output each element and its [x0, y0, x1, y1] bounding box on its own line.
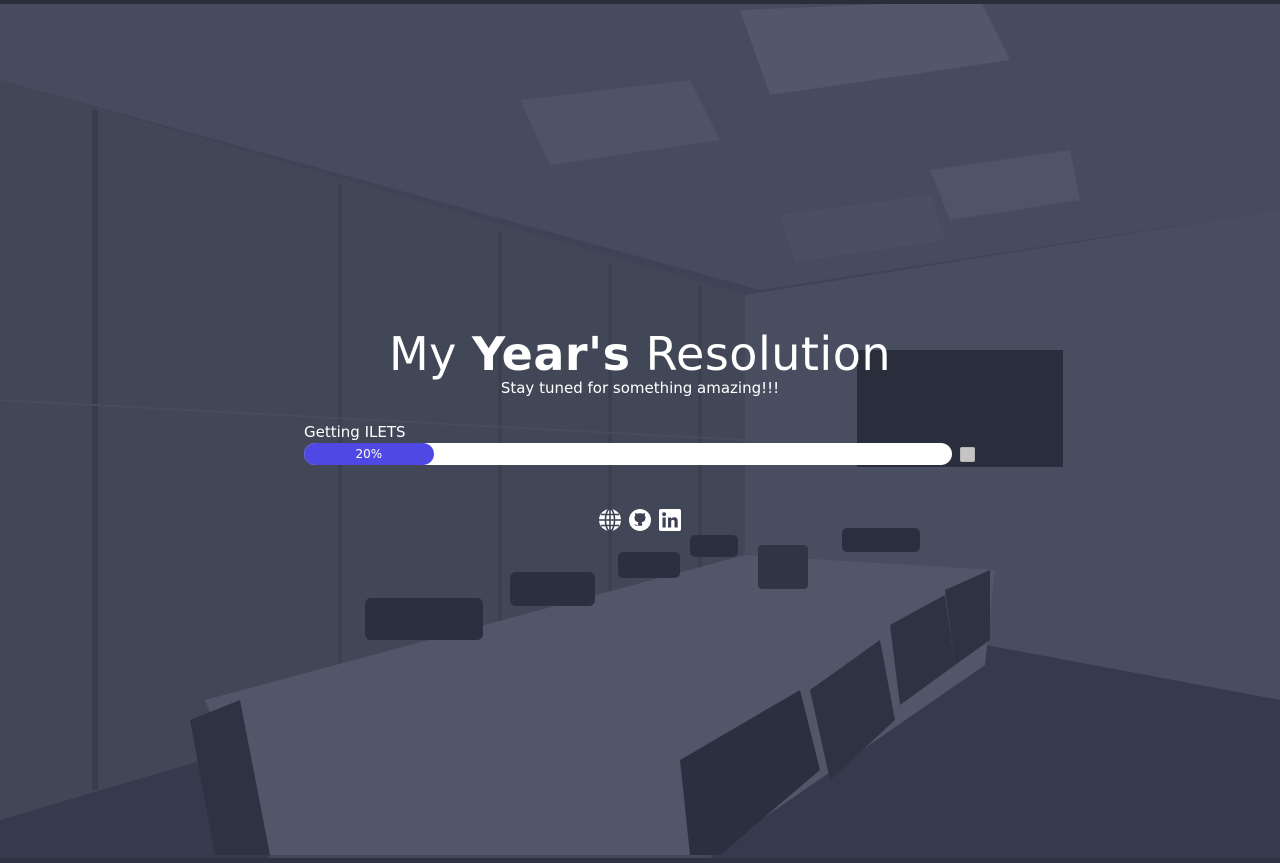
goal-item: Getting ILETS 20% — [304, 422, 984, 465]
progress-bar-fill: 20% — [304, 443, 434, 465]
page-subtitle: Stay tuned for something amazing!!! — [500, 379, 780, 397]
page-title: My Year's Resolution — [0, 326, 1280, 382]
linkedin-link[interactable] — [658, 508, 682, 532]
title-prefix: My — [388, 327, 457, 381]
github-link[interactable] — [628, 508, 652, 532]
goal-label: Getting ILETS — [304, 423, 406, 441]
github-icon — [629, 509, 651, 531]
goal-progress-row: 20% — [304, 443, 984, 465]
hero-section: My Year's Resolution Stay tuned for some… — [0, 0, 1280, 863]
website-link[interactable] — [598, 508, 622, 532]
title-suffix: Resolution — [645, 327, 891, 381]
globe-icon — [599, 508, 621, 532]
progress-bar-track: 20% — [304, 443, 952, 465]
goal-complete-checkbox[interactable] — [960, 447, 975, 462]
title-emphasis: Year's — [472, 327, 631, 381]
linkedin-icon — [659, 509, 681, 531]
social-links — [0, 508, 1280, 532]
